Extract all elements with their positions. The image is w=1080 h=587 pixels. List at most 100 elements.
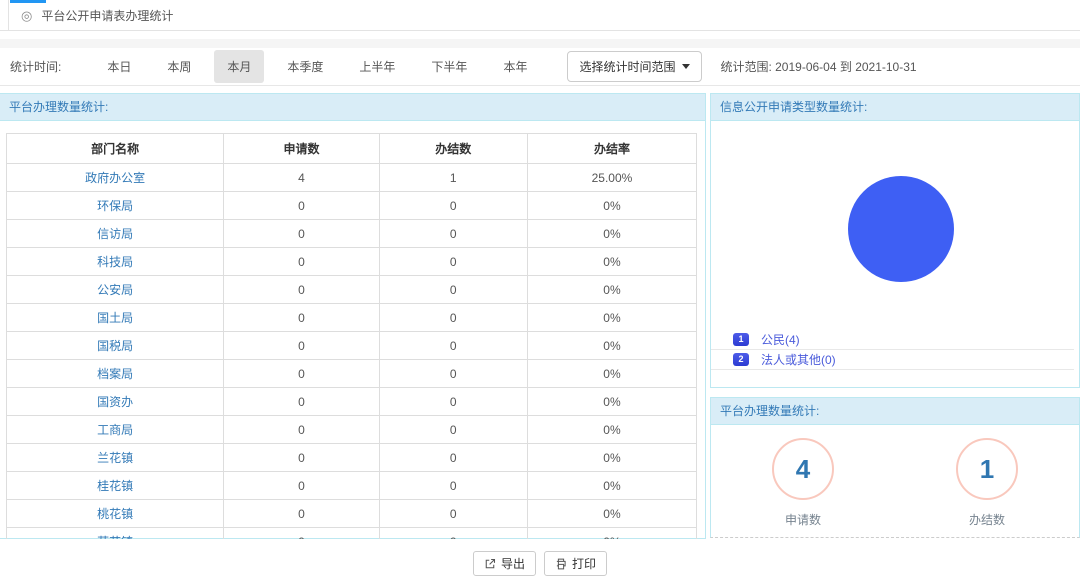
print-button[interactable]: 打印 (544, 551, 607, 576)
value-cell: 0% (527, 276, 696, 304)
dept-name-link[interactable]: 信访局 (7, 220, 224, 248)
column-header: 部门名称 (7, 134, 224, 164)
legend-label: 公民(4) (761, 331, 800, 348)
filter-option[interactable]: 本月 (214, 50, 264, 83)
dept-table-header-row: 部门名称申请数办结数办结率 (7, 134, 697, 164)
stat-block: 1 办结数 (956, 438, 1018, 528)
value-cell: 0 (224, 304, 379, 332)
tab-bar: ◎ 平台公开申请表办理统计 (0, 0, 1080, 31)
dept-name-link[interactable]: 荷花镇 (7, 528, 224, 540)
value-cell: 0 (224, 388, 379, 416)
value-cell: 0 (224, 416, 379, 444)
legend-item[interactable]: 2 法人或其他(0) (711, 350, 1074, 370)
tab-active[interactable]: ◎ 平台公开申请表办理统计 (8, 0, 187, 31)
stat-label: 办结数 (956, 511, 1018, 528)
filter-option[interactable]: 下半年 (418, 50, 480, 83)
value-cell: 0 (379, 192, 527, 220)
legend-index-badge: 1 (733, 333, 749, 346)
value-cell: 25.00% (527, 164, 696, 192)
dept-name-link[interactable]: 国税局 (7, 332, 224, 360)
stat-circle: 4 (772, 438, 834, 500)
table-row: 公安局000% (7, 276, 697, 304)
table-row: 科技局000% (7, 248, 697, 276)
value-cell: 0 (224, 248, 379, 276)
pie-legend: 1 公民(4) 2 法人或其他(0) (711, 330, 1074, 370)
legend-index-badge: 2 (733, 353, 749, 366)
table-row: 国资办000% (7, 388, 697, 416)
value-cell: 4 (224, 164, 379, 192)
dept-name-link[interactable]: 科技局 (7, 248, 224, 276)
dept-name-link[interactable]: 桃花镇 (7, 500, 224, 528)
value-cell: 0% (527, 360, 696, 388)
value-cell: 0% (527, 192, 696, 220)
table-row: 荷花镇000% (7, 528, 697, 540)
value-cell: 0% (527, 248, 696, 276)
dept-name-link[interactable]: 环保局 (7, 192, 224, 220)
value-cell: 0 (379, 500, 527, 528)
eye-icon: ◎ (21, 9, 32, 22)
value-cell: 0 (224, 444, 379, 472)
filter-option[interactable]: 本年 (490, 50, 540, 83)
table-row: 兰花镇000% (7, 444, 697, 472)
value-cell: 0 (379, 472, 527, 500)
dept-name-link[interactable]: 国资办 (7, 388, 224, 416)
request-type-panel-body: 1 公民(4) 2 法人或其他(0) (711, 121, 1079, 388)
statistics-range-text: 统计范围: 2019-06-04 到 2021-10-31 (720, 58, 916, 75)
stat-label: 申请数 (772, 511, 834, 528)
request-type-panel: 信息公开申请类型数量统计: 1 公民(4) 2 法人或其他(0) (710, 93, 1080, 388)
legend-label: 法人或其他(0) (761, 351, 836, 368)
filter-option[interactable]: 本周 (154, 50, 204, 83)
value-cell: 0 (379, 276, 527, 304)
dept-name-link[interactable]: 兰花镇 (7, 444, 224, 472)
time-range-dropdown[interactable]: 选择统计时间范围 (567, 51, 702, 82)
filter-option[interactable]: 上半年 (346, 50, 408, 83)
dept-name-link[interactable]: 国土局 (7, 304, 224, 332)
table-row: 工商局000% (7, 416, 697, 444)
time-range-dropdown-label: 选择统计时间范围 (579, 58, 675, 75)
platform-totals-panel: 平台办理数量统计: 4 申请数 1 办结数 (710, 397, 1080, 538)
request-type-panel-title: 信息公开申请类型数量统计: (711, 94, 1079, 121)
value-cell: 0% (527, 332, 696, 360)
value-cell: 0% (527, 500, 696, 528)
value-cell: 0 (379, 220, 527, 248)
value-cell: 0 (224, 472, 379, 500)
stat-block: 4 申请数 (772, 438, 834, 528)
legend-item[interactable]: 1 公民(4) (711, 330, 1074, 350)
value-cell: 0 (224, 528, 379, 540)
value-cell: 0% (527, 220, 696, 248)
tab-title: 平台公开申请表办理统计 (41, 7, 173, 24)
platform-totals-panel-title: 平台办理数量统计: (711, 398, 1079, 425)
dept-name-link[interactable]: 工商局 (7, 416, 224, 444)
footer-actions: 导出 打印 (0, 551, 1080, 576)
filter-bar: 统计时间: 本日本周本月本季度上半年下半年本年 选择统计时间范围 统计范围: 2… (0, 48, 1080, 86)
table-row: 政府办公室4125.00% (7, 164, 697, 192)
table-row: 国税局000% (7, 332, 697, 360)
value-cell: 0 (379, 304, 527, 332)
dept-name-link[interactable]: 政府办公室 (7, 164, 224, 192)
table-row: 国土局000% (7, 304, 697, 332)
dept-table-body: 政府办公室4125.00%环保局000%信访局000%科技局000%公安局000… (7, 164, 697, 540)
value-cell: 0 (379, 332, 527, 360)
export-icon (484, 558, 496, 570)
print-button-label: 打印 (572, 555, 596, 572)
value-cell: 0 (224, 500, 379, 528)
dept-name-link[interactable]: 公安局 (7, 276, 224, 304)
stat-circle: 1 (956, 438, 1018, 500)
filter-option[interactable]: 本季度 (274, 50, 336, 83)
value-cell: 0 (224, 332, 379, 360)
value-cell: 0 (224, 220, 379, 248)
table-row: 环保局000% (7, 192, 697, 220)
dept-stats-panel-body: 部门名称申请数办结数办结率 政府办公室4125.00%环保局000%信访局000… (0, 121, 705, 539)
value-cell: 0% (527, 388, 696, 416)
filter-option[interactable]: 本日 (94, 50, 144, 83)
value-cell: 0 (379, 360, 527, 388)
value-cell: 0 (379, 248, 527, 276)
dept-name-link[interactable]: 档案局 (7, 360, 224, 388)
value-cell: 0% (527, 444, 696, 472)
dept-name-link[interactable]: 桂花镇 (7, 472, 224, 500)
column-header: 办结数 (379, 134, 527, 164)
value-cell: 0 (379, 416, 527, 444)
export-button[interactable]: 导出 (473, 551, 536, 576)
printer-icon (555, 558, 567, 570)
pie-chart (848, 176, 954, 282)
